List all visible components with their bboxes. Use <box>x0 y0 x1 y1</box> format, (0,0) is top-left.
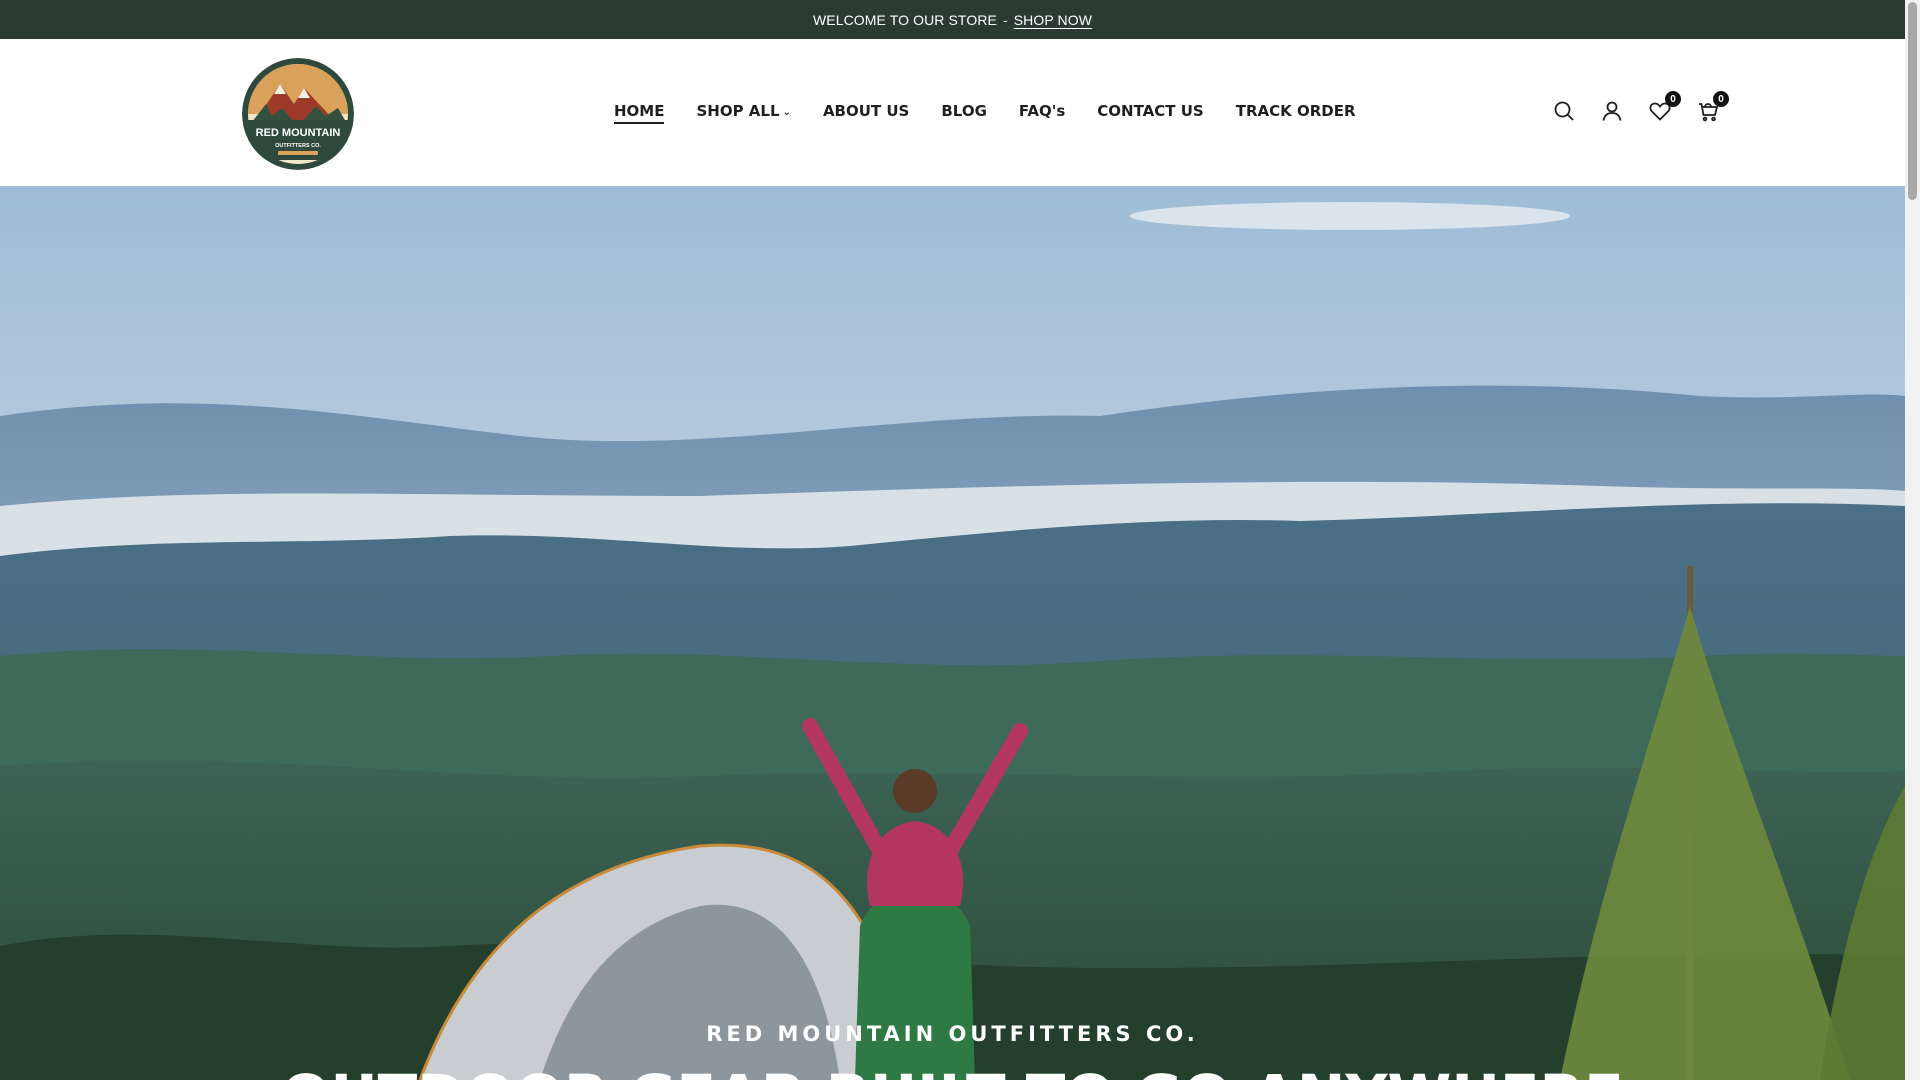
logo-text-line2: OUTFITTERS CO. <box>275 143 321 149</box>
shop-now-link[interactable]: SHOP NOW <box>1014 12 1092 28</box>
announcement-text: WELCOME TO OUR STORE <box>812 11 997 28</box>
logo-text-line1: RED MOUNTAIN <box>256 127 341 139</box>
nav-home[interactable]: HOME <box>614 99 665 124</box>
page-scrollbar[interactable] <box>1905 0 1920 1080</box>
cart-button[interactable]: 0 <box>1696 91 1729 123</box>
nav-track-order-label: TRACK ORDER <box>1235 102 1356 120</box>
hero-banner: RED MOUNTAIN OUTFITTERS CO. OUTDOOR GEAR… <box>0 186 1905 1080</box>
store-logo[interactable]: RED MOUNTAIN OUTFITTERS CO. <box>242 58 354 170</box>
nav-blog-label: BLOG <box>941 102 987 120</box>
site-header: RED MOUNTAIN OUTFITTERS CO. HOME SHOP AL… <box>0 39 1905 186</box>
header-icons: 0 0 <box>1552 91 1729 123</box>
scrollbar-thumb[interactable] <box>1908 2 1917 200</box>
nav-shop-all-label: SHOP ALL <box>696 102 780 120</box>
wishlist-button[interactable]: 0 <box>1648 91 1681 123</box>
nav-about-us-label: ABOUT US <box>822 102 910 120</box>
nav-track-order[interactable]: TRACK ORDER <box>1236 99 1356 123</box>
hero-subtitle: RED MOUNTAIN OUTFITTERS CO. <box>706 1022 1199 1046</box>
announcement-bar: WELCOME TO OUR STORE - SHOP NOW <box>0 0 1905 39</box>
logo-badge: RED MOUNTAIN OUTFITTERS CO. <box>242 58 354 170</box>
hero-image <box>0 186 1905 1080</box>
cart-count-badge: 0 <box>1713 91 1729 107</box>
nav-about-us[interactable]: ABOUT US <box>823 99 909 123</box>
main-nav: HOME SHOP ALL ⌄ ABOUT US BLOG FAQ's CONTA… <box>614 99 1388 124</box>
wishlist-count-badge: 0 <box>1665 91 1681 107</box>
search-icon[interactable] <box>1552 99 1576 123</box>
user-icon[interactable] <box>1600 99 1624 123</box>
nav-contact-us-label: CONTACT US <box>1097 102 1204 120</box>
nav-shop-all[interactable]: SHOP ALL ⌄ <box>696 99 790 123</box>
hero-title: OUTDOOR GEAR BUILT TO GO ANYWHERE <box>0 1062 1905 1080</box>
chevron-down-icon: ⌄ <box>782 106 791 118</box>
nav-contact-us[interactable]: CONTACT US <box>1097 99 1203 123</box>
nav-blog[interactable]: BLOG <box>941 99 987 123</box>
nav-faqs-label: FAQ's <box>1018 102 1066 120</box>
nav-faqs[interactable]: FAQ's <box>1019 99 1065 123</box>
announcement-separator: - <box>1002 11 1008 28</box>
nav-home-label: HOME <box>614 102 665 120</box>
